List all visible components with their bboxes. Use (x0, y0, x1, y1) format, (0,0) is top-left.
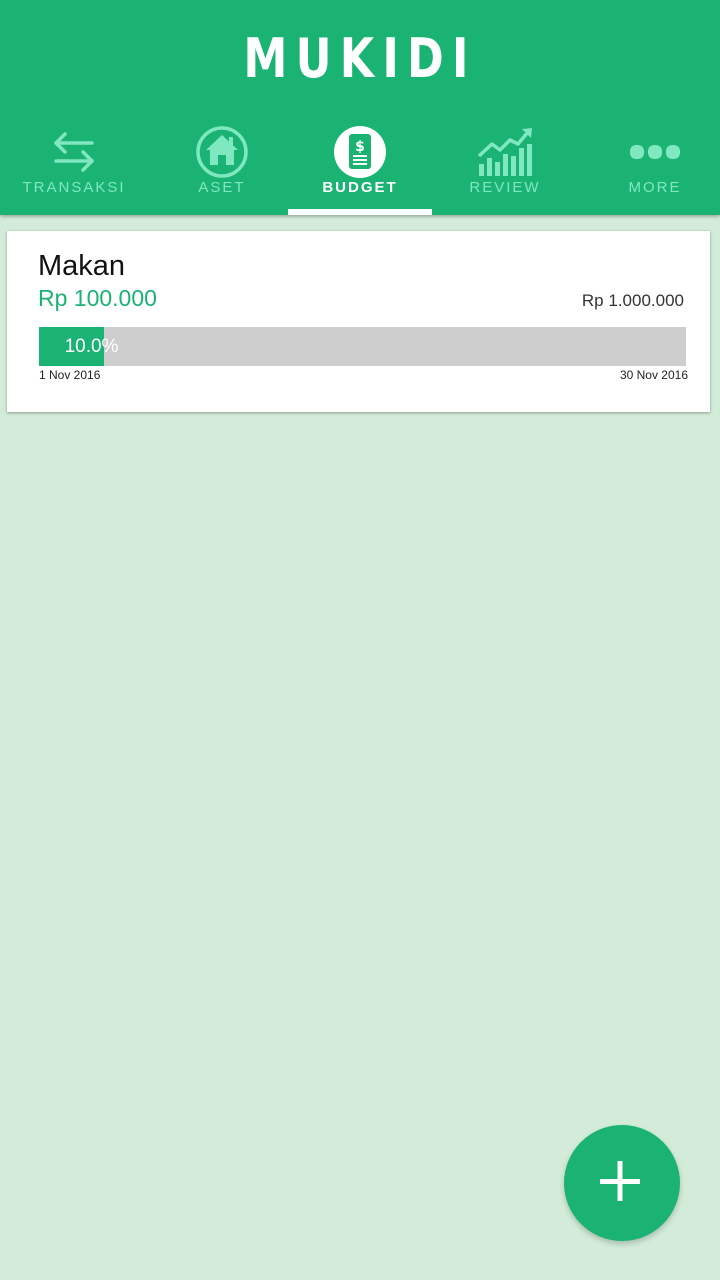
budget-document-icon: $ (288, 124, 432, 180)
tab-more-label: MORE (628, 179, 682, 196)
more-dots-icon (583, 124, 720, 180)
add-budget-button[interactable] (564, 1125, 680, 1241)
tab-budget-label: BUDGET (322, 179, 398, 196)
tab-aset-label: ASET (198, 179, 246, 196)
budget-start-date: 1 Nov 2016 (39, 368, 101, 382)
plus-icon (600, 1161, 640, 1201)
budget-end-date: 30 Nov 2016 (619, 368, 688, 382)
active-tab-indicator (288, 209, 432, 215)
growth-chart-icon (433, 124, 577, 180)
tab-bar: TRANSAKSI ASET $ BUDGET REVIEW MORE (0, 120, 720, 215)
tab-transaksi-label: TRANSAKSI (22, 179, 126, 196)
tab-review[interactable]: REVIEW (433, 120, 577, 215)
swap-arrows-icon (2, 124, 146, 180)
budget-card[interactable]: Makan Rp 100.000 Rp 1.000.000 10.0% 1 No… (7, 231, 710, 412)
budget-progress-bar: 10.0% (39, 327, 686, 366)
tab-transaksi[interactable]: TRANSAKSI (2, 120, 146, 215)
tab-review-label: REVIEW (469, 179, 541, 196)
tab-aset[interactable]: ASET (150, 120, 294, 215)
app-title: MUKIDI (243, 27, 477, 90)
svg-text:$: $ (355, 139, 365, 155)
tab-budget[interactable]: $ BUDGET (288, 120, 432, 215)
budget-limit-amount: Rp 1.000.000 (581, 291, 684, 310)
tab-more[interactable]: MORE (583, 120, 720, 215)
budget-progress-label: 10.0% (64, 336, 119, 357)
house-icon (150, 124, 294, 180)
budget-name: Makan (38, 250, 126, 282)
budget-spent-amount: Rp 100.000 (38, 285, 157, 311)
app-header: MUKIDI TRANSAKSI ASET $ BUDGET REVIEW MO… (0, 0, 720, 215)
